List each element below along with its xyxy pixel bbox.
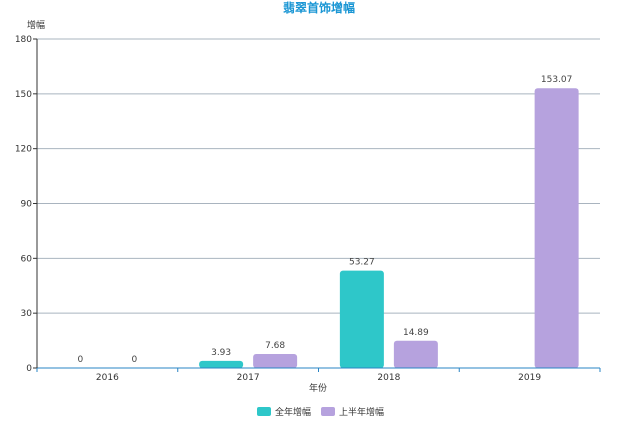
legend-label[interactable]: 全年增幅: [275, 406, 311, 418]
y-tick-label: 30: [21, 309, 33, 319]
bar-value-label: 0: [78, 355, 84, 365]
bar: [393, 340, 438, 368]
chart-title: 翡翠首饰增幅: [283, 0, 355, 15]
legend-swatch[interactable]: [257, 407, 271, 416]
x-tick-label: 2018: [377, 373, 400, 383]
x-axis-title: 年份: [309, 382, 327, 394]
bar: [534, 88, 579, 369]
x-tick-label: 2019: [518, 373, 541, 383]
legend: 全年增幅 上半年增幅: [257, 406, 384, 418]
bar-value-labels: 0 3.93 53.27 0 7.68 14.89 153.07: [78, 75, 573, 365]
y-tick-label: 180: [15, 35, 32, 45]
grid-lines: [37, 38, 600, 314]
x-tick-label: 2016: [96, 373, 119, 383]
y-tick-label: 150: [15, 90, 32, 100]
bar: [339, 270, 384, 368]
y-tick-label: 90: [21, 200, 33, 210]
y-tick-label: 60: [21, 254, 33, 264]
legend-label[interactable]: 上半年增幅: [339, 406, 384, 418]
bar-value-label: 153.07: [541, 75, 573, 85]
bar-chart: 翡翠首饰增幅 增幅 0 30 60 90 120 150 180 0 3.93 53.27 0 7.…: [15, 0, 601, 418]
bar-value-label: 53.27: [349, 258, 375, 268]
bar: [253, 353, 298, 368]
bar: [199, 360, 244, 368]
x-axis-ticks: 2016 2017 2018 2019: [36, 368, 601, 383]
y-tick-label: 120: [15, 145, 32, 155]
y-axis-ticks: 0 30 60 90 120 150 180: [15, 35, 37, 374]
y-axis-title: 增幅: [27, 19, 45, 31]
bar-value-label: 0: [132, 355, 138, 365]
legend-swatch[interactable]: [321, 407, 335, 416]
bars: [199, 88, 579, 369]
bar-value-label: 14.89: [403, 328, 429, 338]
y-tick-label: 0: [26, 364, 32, 374]
bar-value-label: 3.93: [211, 348, 231, 358]
bar-value-label: 7.68: [265, 341, 285, 351]
x-tick-label: 2017: [237, 373, 260, 383]
